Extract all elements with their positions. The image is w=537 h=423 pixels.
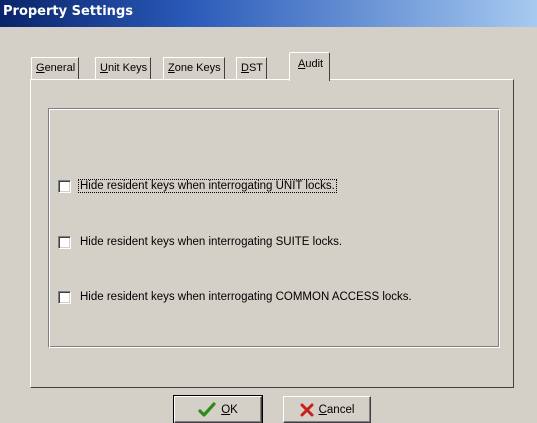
tab-unit-keys-label: nit Keys — [107, 62, 148, 74]
option-hide-suite-locks-label[interactable]: Hide resident keys when interrogating SU… — [79, 236, 343, 248]
tab-general[interactable]: General — [31, 57, 80, 79]
option-hide-unit-locks[interactable]: Hide resident keys when interrogating UN… — [58, 178, 337, 194]
cancel-button-accel: C — [318, 403, 327, 416]
option-hide-common-access-locks[interactable]: Hide resident keys when interrogating CO… — [58, 289, 413, 305]
checkbox-hide-suite-locks[interactable] — [58, 235, 71, 249]
checkbox-hide-common-access-locks[interactable] — [58, 290, 71, 304]
option-hide-suite-locks[interactable]: Hide resident keys when interrogating SU… — [58, 234, 343, 250]
checkmark-icon — [198, 401, 216, 417]
ok-button[interactable]: OK — [173, 395, 263, 423]
ok-button-accel: O — [221, 403, 231, 416]
tab-audit-label: udit — [305, 58, 324, 70]
option-hide-unit-locks-label[interactable]: Hide resident keys when interrogating UN… — [78, 179, 337, 193]
option-hide-common-access-locks-label[interactable]: Hide resident keys when interrogating CO… — [79, 291, 413, 303]
checkbox-hide-unit-locks[interactable] — [58, 179, 71, 193]
property-settings-window: Property Settings General Unit Keys Zone… — [0, 0, 537, 423]
tab-unit-keys-accel: U — [100, 62, 108, 74]
tab-zone-keys-label: one Keys — [174, 62, 221, 74]
window-title: Property Settings — [3, 4, 133, 19]
tab-general-accel: G — [36, 62, 45, 74]
tab-dst[interactable]: DST — [236, 57, 268, 79]
audit-tab-panel: Hide resident keys when interrogating UN… — [30, 79, 514, 388]
tab-dst-accel: D — [241, 62, 249, 74]
tab-dst-label: ST — [248, 62, 264, 74]
audit-options-group — [48, 108, 500, 348]
cancel-button-label: ancel — [326, 403, 355, 416]
tab-zone-keys[interactable]: Zone Keys — [163, 57, 225, 79]
tab-general-label: eneral — [44, 62, 76, 74]
x-icon — [300, 403, 314, 416]
tab-unit-keys[interactable]: Unit Keys — [95, 57, 152, 79]
ok-button-label: K — [230, 403, 238, 416]
cancel-button[interactable]: Cancel — [283, 396, 371, 423]
tab-audit[interactable]: Audit — [289, 52, 331, 82]
title-bar[interactable]: Property Settings — [0, 0, 537, 27]
tab-audit-join — [290, 79, 330, 82]
tab-zone-keys-accel: Z — [168, 62, 175, 74]
